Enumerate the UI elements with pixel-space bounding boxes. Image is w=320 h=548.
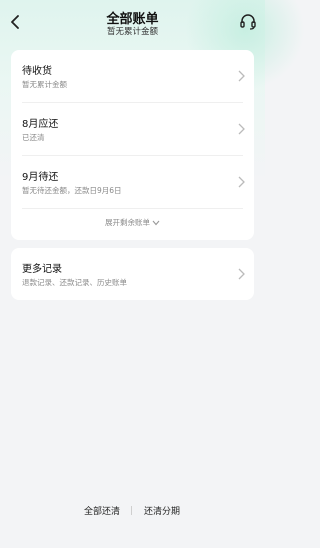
- chevron-right-icon: [238, 268, 245, 280]
- expand-label: 展开剩余账单: [105, 218, 150, 227]
- chevron-right-icon: [238, 70, 245, 82]
- bill-item-september[interactable]: 9月待还 暂无待还金额，还款日9月6日: [11, 156, 254, 208]
- bottom-action-bar: 全部还清 还清分期: [0, 493, 265, 548]
- more-records-title: 更多记录: [22, 264, 62, 275]
- repay-installment-button[interactable]: 还清分期: [144, 504, 180, 517]
- customer-service-button[interactable]: [239, 13, 257, 31]
- page-subtitle: 暂无累计金额: [106, 27, 158, 37]
- bill-item-subtitle: 暂无待还金额，还款日9月6日: [22, 186, 122, 195]
- bill-item-august[interactable]: 8月应还 已还清: [11, 103, 254, 155]
- bill-item-pending-receipt[interactable]: 待收货 暂无累计金额: [11, 50, 254, 102]
- bill-item-title: 待收货: [22, 66, 52, 77]
- chevron-right-icon: [238, 176, 245, 188]
- divider: [131, 506, 132, 515]
- bill-item-title: 8月应还: [22, 119, 59, 130]
- bill-item-subtitle: 暂无累计金额: [22, 80, 67, 89]
- repay-all-button[interactable]: 全部还清: [84, 504, 120, 517]
- more-records-card: 更多记录 退款记录、还款记录、历史账单: [11, 248, 254, 300]
- divider: [22, 208, 243, 209]
- bill-item-subtitle: 已还清: [22, 133, 45, 142]
- bills-card: 待收货 暂无累计金额 8月应还 已还清 9月待还 暂无待还金额，还款日9月6日 …: [11, 50, 254, 240]
- more-records-subtitle: 退款记录、还款记录、历史账单: [22, 278, 127, 287]
- more-records-item[interactable]: 更多记录 退款记录、还款记录、历史账单: [11, 248, 254, 300]
- bill-item-title: 9月待还: [22, 172, 59, 183]
- expand-bills-button[interactable]: 展开剩余账单: [11, 217, 254, 228]
- chevron-right-icon: [238, 123, 245, 135]
- headset-icon: [240, 14, 256, 30]
- chevron-down-icon: [152, 220, 160, 226]
- top-bar: 全部账单 暂无累计金额: [0, 0, 265, 44]
